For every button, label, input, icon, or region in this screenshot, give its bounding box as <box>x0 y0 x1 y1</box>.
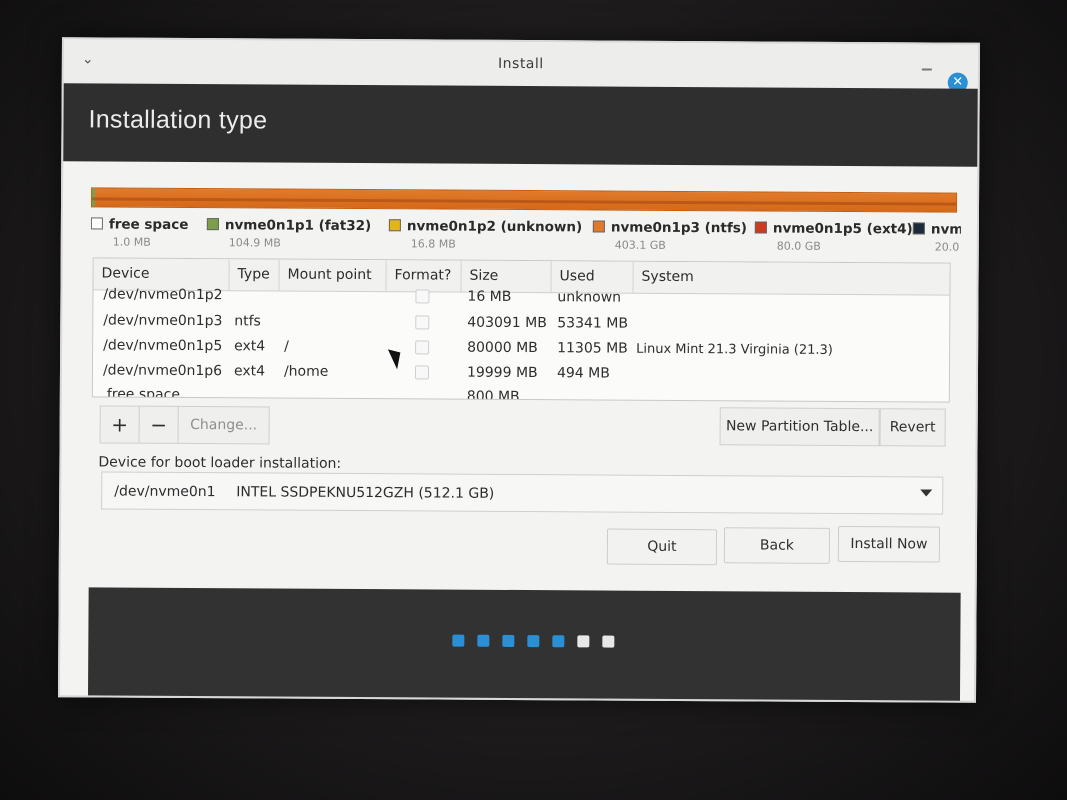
format-checkbox[interactable] <box>414 365 430 380</box>
cell-type: ext4 <box>234 338 266 355</box>
legend-item-nvme0n1p5: nvme0n1p5 (ext4) 80.0 GB <box>754 217 913 253</box>
back-button[interactable]: Back <box>723 527 831 564</box>
title-bar: ⌄ Install ✕ <box>63 39 978 93</box>
cell-size: 403091 MB <box>467 314 547 332</box>
format-checkbox[interactable] <box>415 289 430 304</box>
partition-table[interactable]: Device Type Mount point Format? Size Use… <box>91 257 951 403</box>
legend-item-nvme0n1p6: nvm 20.0 <box>912 218 961 254</box>
legend-item-nvme0n1p3: nvme0n1p3 (ntfs) 403.1 GB <box>592 216 747 252</box>
bootloader-device: /dev/nvme0n1 <box>114 483 216 501</box>
bootloader-label: Device for boot loader installation: <box>98 454 342 472</box>
cell-device: /dev/nvme0n1p2 <box>103 286 223 304</box>
legend-swatch <box>388 219 401 232</box>
progress-dot-completed <box>452 634 465 647</box>
minimize-icon[interactable] <box>921 68 932 71</box>
progress-dot-completed <box>527 635 540 648</box>
window-menu-chevron-icon[interactable]: ⌄ <box>82 51 94 67</box>
new-partition-table-button[interactable]: New Partition Table... <box>719 407 880 447</box>
bootloader-device-select[interactable]: /dev/nvme0n1 INTEL SSDPEKNU512GZH (512.1… <box>101 471 944 515</box>
bootloader-model: INTEL SSDPEKNU512GZH (512.1 GB) <box>236 484 495 502</box>
change-partition-button[interactable]: Change... <box>177 405 270 445</box>
cell-type: ntfs <box>234 313 261 330</box>
dropdown-arrow-icon <box>920 489 933 497</box>
progress-dot-completed <box>552 635 565 648</box>
install-now-button[interactable]: Install Now <box>837 525 941 563</box>
installer-window: ⌄ Install ✕ Installation type free space… <box>57 37 981 703</box>
revert-button[interactable]: Revert <box>879 408 946 447</box>
cell-mount: /home <box>283 363 329 380</box>
cell-used: 494 MB <box>556 365 610 382</box>
progress-dot-completed <box>502 634 515 647</box>
progress-dot-completed <box>477 634 490 647</box>
cell-mount: / <box>284 338 289 355</box>
cell-device: /dev/nvme0n1p5 <box>103 337 223 355</box>
cell-used: 11305 MB <box>557 340 628 357</box>
legend-swatch <box>912 222 925 235</box>
cell-device: /dev/nvme0n1p3 <box>103 312 223 330</box>
quit-button[interactable]: Quit <box>606 528 718 566</box>
page-header: Installation type <box>63 83 978 167</box>
legend-swatch <box>90 217 103 230</box>
page-title: Installation type <box>88 105 268 135</box>
cell-size: 16 MB <box>467 288 512 305</box>
progress-dot-pending <box>602 635 615 648</box>
cell-type: ext4 <box>233 363 266 380</box>
cell-used: 53341 MB <box>557 315 629 332</box>
cell-system: Linux Mint 21.3 Virginia (21.3) <box>636 341 833 358</box>
cell-device: free space <box>106 386 181 403</box>
progress-dots <box>452 632 627 652</box>
legend-item-free-space: free space 1.0 MB <box>90 213 189 249</box>
cell-used: unknown <box>557 289 622 306</box>
partition-legend: free space 1.0 MB nvme0n1p1 (fat32) 104.… <box>90 213 961 258</box>
add-partition-button[interactable]: + <box>99 405 140 444</box>
progress-dot-pending <box>577 635 590 648</box>
table-row[interactable]: /dev/nvme0n1p2 16 MB unknown <box>93 282 949 312</box>
remove-partition-button[interactable]: − <box>138 405 179 444</box>
cell-size: 80000 MB <box>467 339 538 357</box>
legend-swatch <box>754 221 767 234</box>
legend-item-nvme0n1p2: nvme0n1p2 (unknown) 16.8 MB <box>388 215 583 251</box>
cell-device: /dev/nvme0n1p6 <box>102 362 223 380</box>
partition-bar <box>90 187 958 213</box>
format-checkbox[interactable] <box>415 315 430 330</box>
legend-swatch <box>592 220 605 233</box>
cell-size: 19999 MB <box>466 364 538 382</box>
window-title: Install <box>497 55 544 73</box>
progress-footer <box>88 587 961 701</box>
format-checkbox[interactable] <box>415 340 430 355</box>
legend-swatch <box>206 218 219 231</box>
legend-item-nvme0n1p1: nvme0n1p1 (fat32) 104.9 MB <box>206 214 372 250</box>
cell-size: 800 MB <box>466 388 520 403</box>
